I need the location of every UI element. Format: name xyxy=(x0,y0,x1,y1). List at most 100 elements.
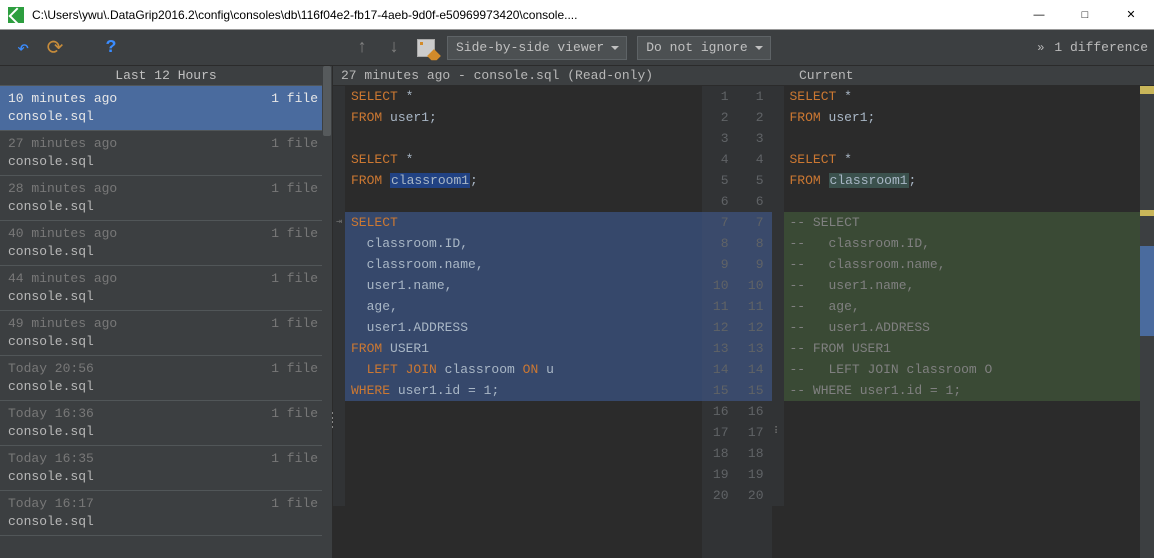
help-icon[interactable]: ? xyxy=(100,37,122,59)
next-change-icon[interactable]: ↓ xyxy=(383,37,405,59)
code-line: FROM user1; xyxy=(333,107,702,128)
gutter-line-pair: 1414 xyxy=(702,359,772,380)
history-item[interactable]: 28 minutes ago 1 file console.sql xyxy=(0,176,332,221)
history-item-time: 49 minutes ago xyxy=(8,315,117,333)
history-item[interactable]: Today 16:361 file console.sql xyxy=(0,401,332,446)
history-item-meta: 1 file xyxy=(271,90,318,108)
code-line xyxy=(772,464,1141,485)
sidebar-scrollbar[interactable] xyxy=(322,66,332,558)
diff-overview-stripe[interactable] xyxy=(1140,86,1154,558)
history-item-file: console.sql xyxy=(8,378,318,396)
history-list: 10 minutes ago1 file console.sql27 minut… xyxy=(0,86,332,536)
code-line: user1.name, xyxy=(333,275,702,296)
history-item-file: console.sql xyxy=(8,198,318,216)
window-title: C:\Users\ywu\.DataGrip2016.2\config\cons… xyxy=(30,8,1016,22)
revert-icon[interactable]: ⟳ xyxy=(44,37,66,59)
history-item-meta: 1 file xyxy=(271,495,318,513)
code-line: FROM classroom1; xyxy=(333,170,702,191)
code-line xyxy=(772,485,1141,506)
code-line xyxy=(333,443,702,464)
code-line: FROM classroom1; xyxy=(772,170,1141,191)
gutter-line-pair: 22 xyxy=(702,107,772,128)
window-close-button[interactable]: ✕ xyxy=(1108,0,1154,30)
undo-icon[interactable]: ↶ xyxy=(12,37,34,59)
gutter-line-pair: 66 xyxy=(702,191,772,212)
history-item-time: Today 20:56 xyxy=(8,360,94,378)
diff-viewer: 27 minutes ago - console.sql (Read-only)… xyxy=(333,66,1154,558)
diff-left-title: 27 minutes ago - console.sql (Read-only) xyxy=(341,68,799,83)
code-line xyxy=(772,128,1141,149)
code-line: classroom.name, xyxy=(333,254,702,275)
gutter-line-pair: 1313 xyxy=(702,338,772,359)
history-item-file: console.sql xyxy=(8,153,318,171)
prev-change-icon[interactable]: ↑ xyxy=(351,37,373,59)
code-line: SELECT * xyxy=(333,86,702,107)
diff-gutter: 1122334455667788991010111112121313141415… xyxy=(702,86,772,558)
history-item-time: 40 minutes ago xyxy=(8,225,117,243)
code-line xyxy=(772,191,1141,212)
history-sidebar: Last 12 Hours 10 minutes ago 1 file conso… xyxy=(0,66,333,558)
difference-count: 1 difference xyxy=(1054,40,1148,55)
ignore-mode-dropdown[interactable]: Do not ignore xyxy=(637,36,770,60)
history-group-header: Last 12 Hours xyxy=(0,66,332,86)
history-item[interactable]: 10 minutes ago 1 file console.sql xyxy=(0,86,332,131)
history-item[interactable]: 44 minutes ago1 file console.sql xyxy=(0,266,332,311)
code-line: SELECT * xyxy=(333,149,702,170)
diff-right-title: Current xyxy=(799,68,1154,83)
history-item-meta: 1 file xyxy=(271,135,318,153)
window-maximize-button[interactable]: □ xyxy=(1062,0,1108,30)
history-item[interactable]: Today 20:561 file console.sql xyxy=(0,356,332,401)
history-item-time: 27 minutes ago xyxy=(8,135,117,153)
code-line xyxy=(333,464,702,485)
gutter-line-pair: 1717 xyxy=(702,422,772,443)
viewer-mode-label: Side-by-side viewer xyxy=(456,40,604,55)
gutter-line-pair: 2020 xyxy=(702,485,772,506)
code-line: -- classroom.name, xyxy=(772,254,1141,275)
history-item[interactable]: Today 16:351 file console.sql xyxy=(0,446,332,491)
code-line: -- LEFT JOIN classroom O xyxy=(772,359,1141,380)
history-item-meta: 1 file xyxy=(271,180,318,198)
gutter-line-pair: 1515 xyxy=(702,380,772,401)
code-line: ⠇ xyxy=(772,422,1141,443)
history-item-file: console.sql xyxy=(8,513,318,531)
history-item-meta: 1 file xyxy=(271,450,318,468)
history-item[interactable]: Today 16:171 file console.sql xyxy=(0,491,332,536)
code-line xyxy=(772,443,1141,464)
code-line: user1.ADDRESS xyxy=(333,317,702,338)
code-line: -- user1.name, xyxy=(772,275,1141,296)
code-line: ⇥SELECT xyxy=(333,212,702,233)
diff-left-pane[interactable]: SELECT *FROM user1;SELECT *FROM classroo… xyxy=(333,86,702,558)
history-item-file: console.sql xyxy=(8,108,318,126)
history-item[interactable]: 49 minutes ago1 file console.sql xyxy=(0,311,332,356)
diff-right-pane[interactable]: SELECT *FROM user1;SELECT *FROM classroo… xyxy=(772,86,1141,558)
history-item[interactable]: 40 minutes ago1 file console.sql xyxy=(0,221,332,266)
viewer-mode-dropdown[interactable]: Side-by-side viewer xyxy=(447,36,627,60)
code-line: age, xyxy=(333,296,702,317)
code-line: FROM USER1 xyxy=(333,338,702,359)
code-line: classroom.ID, xyxy=(333,233,702,254)
gutter-line-pair: 1010 xyxy=(702,275,772,296)
ignore-mode-label: Do not ignore xyxy=(646,40,747,55)
toolbar: ↶ ⟳ ? ↑ ↓ Side-by-side viewer Do not ign… xyxy=(0,30,1154,66)
history-item-time: Today 16:36 xyxy=(8,405,94,423)
gutter-line-pair: 1818 xyxy=(702,443,772,464)
history-item-meta: 1 file xyxy=(271,405,318,423)
code-line xyxy=(772,401,1141,422)
main-area: Last 12 Hours 10 minutes ago 1 file conso… xyxy=(0,66,1154,558)
expand-toolbar-icon[interactable]: » xyxy=(1032,41,1046,55)
gutter-line-pair: 99 xyxy=(702,254,772,275)
history-item-meta: 1 file xyxy=(271,315,318,333)
code-line xyxy=(333,401,702,422)
history-item-time: 10 minutes ago xyxy=(8,90,117,108)
code-line xyxy=(333,191,702,212)
history-item[interactable]: 27 minutes ago 1 file console.sql xyxy=(0,131,332,176)
edit-source-icon[interactable] xyxy=(415,37,437,59)
history-item-time: 44 minutes ago xyxy=(8,270,117,288)
history-item-time: 28 minutes ago xyxy=(8,180,117,198)
code-line: -- user1.ADDRESS xyxy=(772,317,1141,338)
code-line: SELECT * xyxy=(772,86,1141,107)
window-minimize-button[interactable]: — xyxy=(1016,0,1062,30)
code-line: LEFT JOIN classroom ON u xyxy=(333,359,702,380)
code-line: -- FROM USER1 xyxy=(772,338,1141,359)
gutter-line-pair: 11 xyxy=(702,86,772,107)
